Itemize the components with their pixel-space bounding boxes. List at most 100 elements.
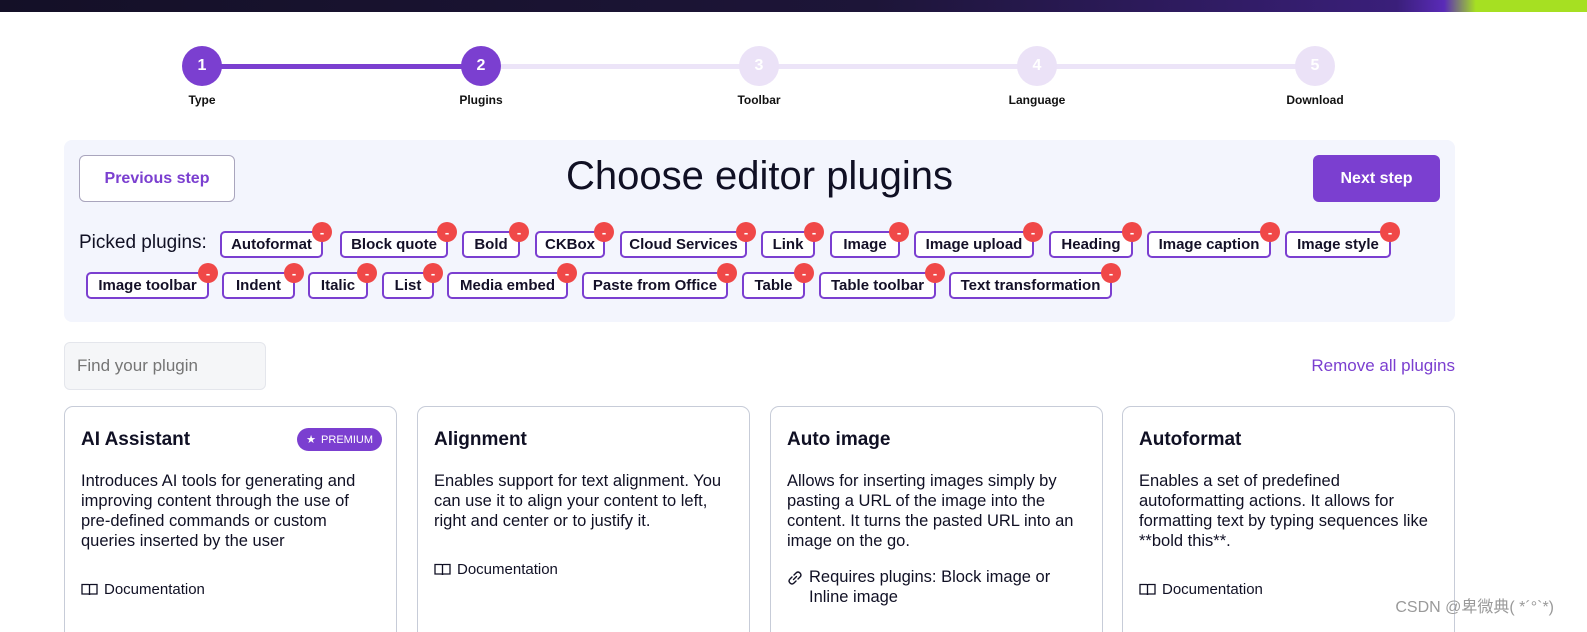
book-icon xyxy=(434,563,451,576)
step-plugins[interactable]: 2 Plugins xyxy=(421,46,541,107)
remove-chip-button[interactable]: - xyxy=(736,222,756,242)
remove-chip-button[interactable]: - xyxy=(1122,222,1142,242)
star-icon: ★ xyxy=(306,434,317,446)
remove-chip-button[interactable]: - xyxy=(1023,222,1043,242)
step-download[interactable]: 5 Download xyxy=(1255,46,1375,107)
step-language[interactable]: 4 Language xyxy=(977,46,1097,107)
chip-label: Text transformation xyxy=(960,277,1101,294)
step-number: 2 xyxy=(461,46,501,86)
chip-label: CKBox xyxy=(544,236,595,253)
remove-chip-button[interactable]: - xyxy=(284,263,304,283)
chip-label: Paste from Office xyxy=(592,277,718,294)
step-label: Download xyxy=(1286,93,1344,107)
documentation-link[interactable]: Documentation xyxy=(434,560,558,580)
step-label: Toolbar xyxy=(737,93,781,107)
step-number: 5 xyxy=(1295,46,1335,86)
remove-chip-button[interactable]: - xyxy=(594,222,614,242)
step-number: 4 xyxy=(1017,46,1057,86)
card-description: Allows for inserting images simply by pa… xyxy=(787,472,1074,550)
remove-chip-button[interactable]: - xyxy=(1101,263,1121,283)
remove-chip-button[interactable]: - xyxy=(198,263,218,283)
step-label: Type xyxy=(188,93,216,107)
search-input[interactable] xyxy=(64,342,266,390)
remove-chip-button[interactable]: - xyxy=(437,222,457,242)
plugin-chip: Italic - xyxy=(308,263,377,299)
chip-label: Cloud Services xyxy=(629,236,738,253)
step-number: 3 xyxy=(739,46,779,86)
remove-chip-button[interactable]: - xyxy=(804,222,824,242)
meta-text: Documentation xyxy=(104,581,205,598)
card-description: Enables support for text alignment. You … xyxy=(434,472,722,530)
plugin-chip: Image upload - xyxy=(914,222,1043,258)
remove-chip-button[interactable]: - xyxy=(925,263,945,283)
page-title: Choose editor plugins xyxy=(566,154,953,198)
plugin-chip: Media embed - xyxy=(447,263,577,299)
card-description: Enables a set of predefined autoformatti… xyxy=(1139,472,1428,550)
plugin-chip: Image style - xyxy=(1285,222,1400,258)
chip-label: Heading xyxy=(1061,236,1121,253)
step-toolbar[interactable]: 3 Toolbar xyxy=(699,46,819,107)
remove-chip-button[interactable]: - xyxy=(312,222,332,242)
card-title: AI Assistant xyxy=(81,429,191,450)
premium-badge: ★ PREMIUM xyxy=(297,428,382,451)
plugin-chip: Image caption - xyxy=(1147,222,1280,258)
plugin-chip: Paste from Office - xyxy=(582,263,737,299)
book-icon xyxy=(1139,583,1156,596)
plugin-chip: Indent - xyxy=(222,263,304,299)
card-title: Alignment xyxy=(434,429,527,450)
plugin-card-ai-assistant[interactable]: AI Assistant ★ PREMIUM Introduces AI too… xyxy=(64,406,397,632)
step-label: Language xyxy=(1008,93,1066,107)
book-icon xyxy=(81,583,98,596)
chip-label: Image xyxy=(843,236,887,253)
remove-chip-button[interactable]: - xyxy=(509,222,529,242)
remove-all-plugins-link[interactable]: Remove all plugins xyxy=(1311,356,1455,376)
top-gradient-bar xyxy=(0,0,1587,12)
meta-text: Documentation xyxy=(1162,581,1263,598)
meta-text: Requires plugins: Block image or Inline … xyxy=(809,568,1051,606)
plugin-chip: Text transformation - xyxy=(949,263,1121,299)
remove-chip-button[interactable]: - xyxy=(423,263,443,283)
plugin-chip: Heading - xyxy=(1049,222,1142,258)
watermark: CSDN @卑微典( *´°`*) xyxy=(1395,599,1554,616)
remove-chip-button[interactable]: - xyxy=(1260,222,1280,242)
plugin-chip: Block quote - xyxy=(340,222,457,258)
chip-label: Indent xyxy=(236,277,281,294)
remove-chip-button[interactable]: - xyxy=(717,263,737,283)
chip-label: Table xyxy=(754,277,793,294)
plugin-chip: Autoformat - xyxy=(220,222,332,258)
chip-label: Block quote xyxy=(351,236,437,253)
plugin-chip: Table toolbar - xyxy=(819,263,945,299)
chip-label: Bold xyxy=(474,236,508,253)
picked-plugins-label: Picked plugins: xyxy=(79,232,207,253)
step-type[interactable]: 1 Type xyxy=(142,46,262,107)
remove-chip-button[interactable]: - xyxy=(794,263,814,283)
step-number: 1 xyxy=(182,46,222,86)
remove-chip-button[interactable]: - xyxy=(889,222,909,242)
card-title: Autoformat xyxy=(1139,429,1242,450)
chip-label: Autoformat xyxy=(231,236,312,253)
wizard-stepper: 1 Type 2 Plugins 3 Toolbar 4 Language 5 … xyxy=(0,40,1587,110)
plugin-chip: Bold - xyxy=(462,222,529,258)
plugin-chip: Table - xyxy=(742,263,814,299)
plugin-chip: Image toolbar - xyxy=(86,263,218,299)
picked-plugins-panel: Previous step Choose editor plugins Next… xyxy=(64,140,1455,322)
plugin-chip: Cloud Services - xyxy=(620,222,756,258)
plugin-card-alignment[interactable]: Alignment Enables support for text align… xyxy=(417,406,750,632)
remove-chip-button[interactable]: - xyxy=(557,263,577,283)
documentation-link[interactable]: Documentation xyxy=(81,580,205,600)
remove-chip-button[interactable]: - xyxy=(1380,222,1400,242)
chip-label: Image upload xyxy=(925,236,1023,253)
chip-label: Table toolbar xyxy=(830,277,925,294)
next-step-button[interactable]: Next step xyxy=(1313,155,1440,202)
plugin-card-auto-image[interactable]: Auto image Allows for inserting images s… xyxy=(770,406,1103,632)
chip-label: Link xyxy=(772,236,804,253)
card-description: Introduces AI tools for generating and i… xyxy=(81,472,356,550)
remove-chip-button[interactable]: - xyxy=(357,263,377,283)
chip-label: Media embed xyxy=(459,277,556,294)
plugin-chip: Link - xyxy=(761,222,824,258)
meta-text: Documentation xyxy=(457,561,558,578)
chip-label: Image caption xyxy=(1158,236,1260,253)
documentation-link[interactable]: Documentation xyxy=(1139,580,1263,600)
chip-label: Italic xyxy=(320,277,356,294)
step-connector-pending xyxy=(481,64,1315,69)
